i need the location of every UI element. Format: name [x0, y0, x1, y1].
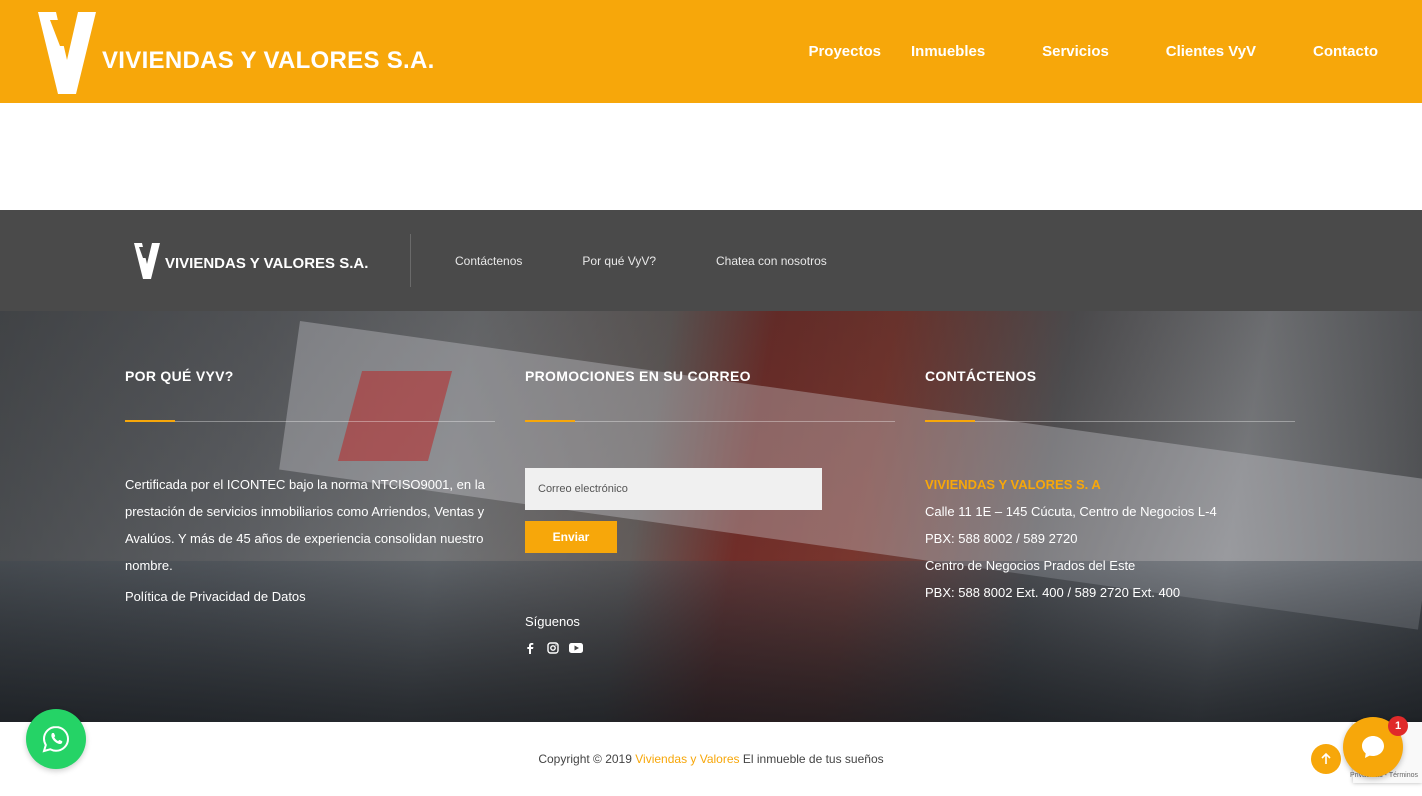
privacy-link[interactable]: Política de Privacidad de Datos [125, 589, 306, 604]
copyright-prefix: Copyright © 2019 [538, 752, 632, 766]
phone-branch: PBX: 588 8002 Ext. 400 / 589 2720 Ext. 4… [925, 585, 1181, 600]
whatsapp-button[interactable] [26, 709, 86, 769]
email-field[interactable] [525, 468, 822, 510]
footer-link-contactenos[interactable]: Contáctenos [455, 254, 522, 268]
notification-badge: 1 [1388, 716, 1408, 736]
nav-label: Clientes VyV [1165, 43, 1257, 60]
company-link[interactable]: Viviendas y Valores [635, 752, 739, 766]
nav-label: Inmuebles [911, 43, 986, 60]
branch-name: Centro de Negocios Prados del Este [925, 558, 1136, 573]
logo-v-icon [134, 243, 160, 279]
about-text: Certificada por el ICONTEC bajo la norma… [125, 477, 485, 573]
contact-info: VIVIENDAS Y VALORES S. A Calle 11 1E – 1… [925, 471, 1217, 606]
footer-bar: VIVIENDAS Y VALORES S.A. Contáctenos Por… [0, 210, 1422, 311]
submit-button[interactable]: Enviar [525, 521, 617, 553]
company-name: VIVIENDAS Y VALORES S. A [925, 477, 1101, 492]
youtube-icon[interactable] [569, 641, 583, 655]
divider [925, 421, 1295, 422]
brand-logo[interactable]: VIVIENDAS Y VALORES S.A. [36, 10, 446, 96]
arrow-up-icon [1321, 752, 1331, 764]
newsletter-title: PROMOCIONES EN SU CORREO [525, 368, 751, 384]
logo-v-icon [38, 12, 96, 94]
footer-link-por-que[interactable]: Por qué VyV? [582, 254, 656, 268]
scroll-top-button[interactable] [1311, 744, 1341, 774]
address: Calle 11 1E – 145 Cúcuta, Centro de Nego… [925, 504, 1217, 519]
divider [525, 421, 895, 422]
footer-links: Contáctenos Por qué VyV? Chatea con noso… [455, 210, 887, 311]
copyright-suffix: El inmueble de tus sueños [742, 752, 884, 766]
follow-label: Síguenos [525, 614, 580, 629]
brand-name: VIVIENDAS Y VALORES S.A. [102, 47, 435, 74]
whatsapp-icon [42, 725, 70, 753]
social-links [523, 641, 592, 655]
about-title: POR QUÉ VYV? [125, 368, 234, 384]
footer-brand-name: VIVIENDAS Y VALORES S.A. [165, 254, 369, 272]
facebook-icon[interactable] [523, 641, 537, 655]
site-header: VIVIENDAS Y VALORES S.A. Proyectos Inmue… [0, 0, 1422, 103]
contact-title: CONTÁCTENOS [925, 368, 1037, 384]
footer-main: POR QUÉ VYV? Certificada por el ICONTEC … [0, 311, 1422, 722]
nav-contacto[interactable]: Contacto [1313, 43, 1378, 60]
nav-label: Proyectos [808, 43, 881, 60]
title-accent [925, 420, 975, 422]
copyright-bar: Copyright © 2019 Viviendas y Valores El … [0, 722, 1422, 796]
nav-inmuebles[interactable]: Inmuebles▼ [911, 43, 1012, 60]
phone-main: PBX: 588 8002 / 589 2720 [925, 531, 1078, 546]
title-accent [125, 420, 175, 422]
nav-clientes[interactable]: Clientes VyV▼ [1166, 43, 1283, 60]
footer-link-chat[interactable]: Chatea con nosotros [716, 254, 827, 268]
nav-label: Contacto [1313, 43, 1378, 60]
footer-logo[interactable]: VIVIENDAS Y VALORES S.A. [133, 242, 393, 280]
instagram-icon[interactable] [546, 641, 560, 655]
main-nav: Proyectos Inmuebles▼ Servicios▼ Clientes… [778, 0, 1378, 103]
divider [410, 234, 411, 287]
nav-proyectos[interactable]: Proyectos [808, 43, 881, 60]
nav-label: Servicios [1042, 43, 1109, 60]
nav-servicios[interactable]: Servicios▼ [1042, 43, 1136, 60]
title-accent [525, 420, 575, 422]
copyright: Copyright © 2019 Viviendas y Valores El … [0, 752, 1422, 766]
divider [125, 421, 495, 422]
chat-bubble-icon [1362, 736, 1384, 758]
